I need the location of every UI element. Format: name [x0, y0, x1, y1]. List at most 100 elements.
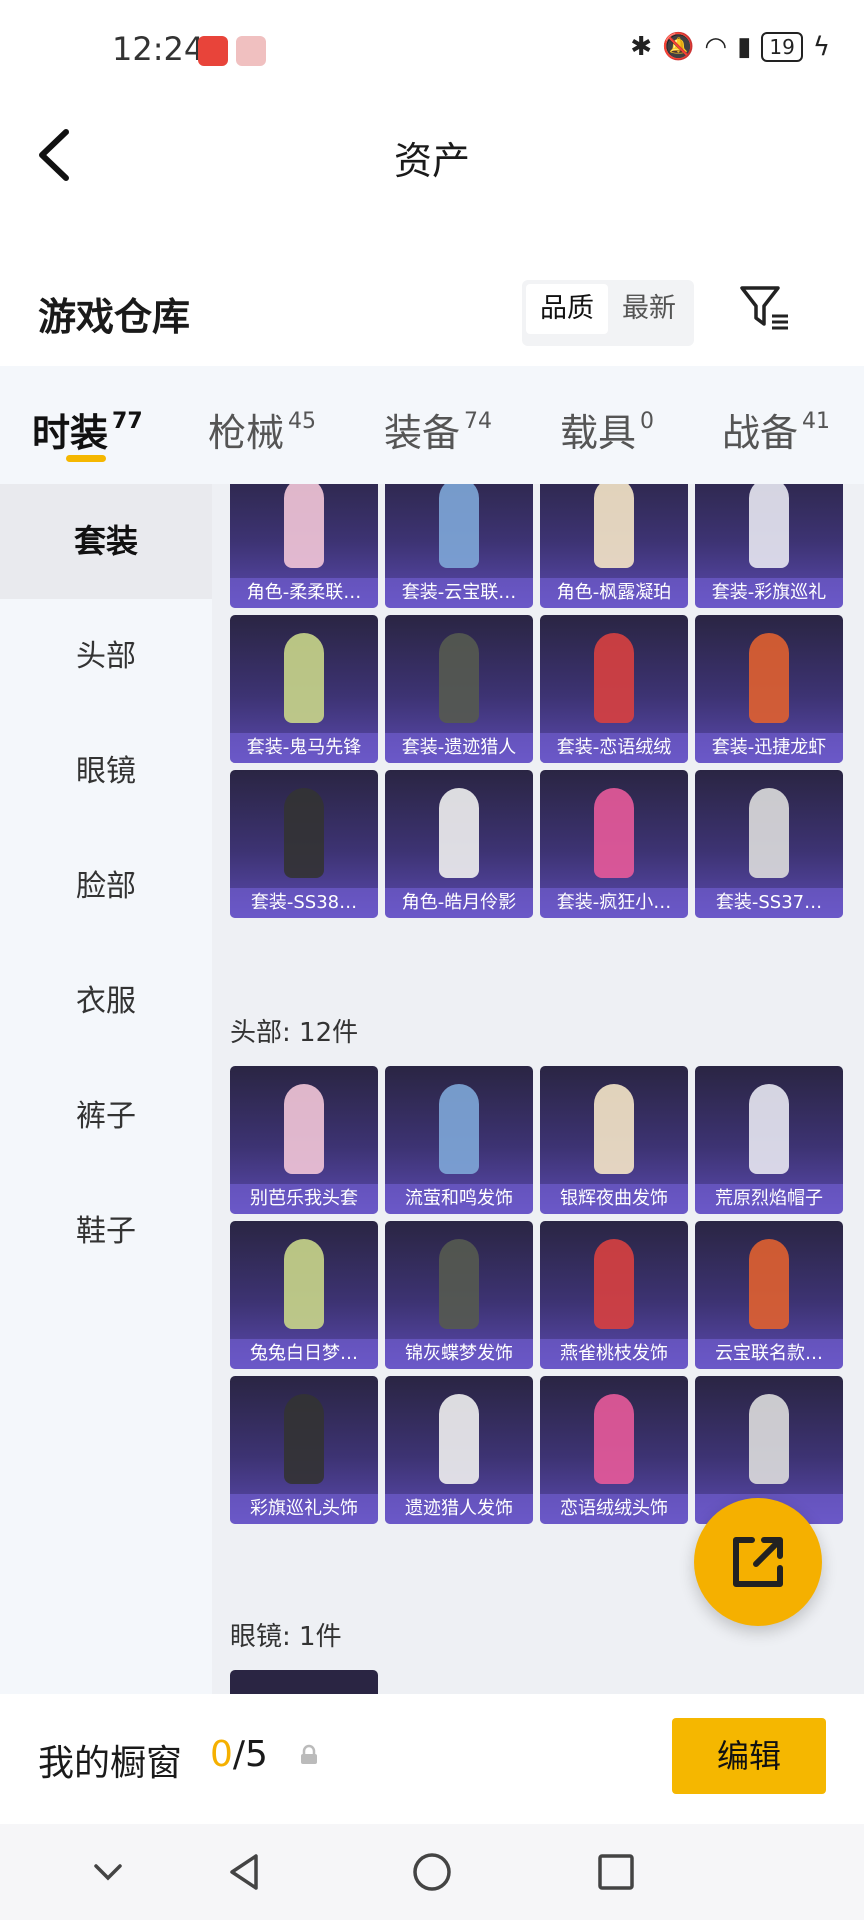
nav-down-icon[interactable]: [84, 1848, 132, 1896]
lock-icon: [301, 1744, 317, 1764]
showcase-label: 我的橱窗: [38, 1743, 183, 1784]
item-card-label: 套装-云宝联…: [385, 578, 533, 608]
item-thumbnail: [439, 484, 479, 568]
item-card-label: 套装-恋语绒绒: [540, 733, 688, 763]
sidebar-item-suit[interactable]: 套装: [0, 484, 212, 599]
item-card-label: 套装-鬼马先锋: [230, 733, 378, 763]
nav-home-icon[interactable]: [408, 1848, 456, 1896]
share-button[interactable]: [694, 1498, 822, 1626]
system-nav-bar: [0, 1824, 864, 1920]
item-thumbnail: [749, 633, 789, 723]
nav-back-icon[interactable]: [222, 1848, 270, 1896]
item-thumbnail: [284, 484, 324, 568]
sort-toggle: 品质 最新: [522, 280, 694, 346]
item-card[interactable]: 套装-恋语绒绒: [540, 615, 688, 763]
sidebar-item-glasses[interactable]: 眼镜: [0, 714, 212, 829]
app-notification-icon-2: [236, 36, 266, 66]
item-card[interactable]: 套装-疯狂小…: [540, 770, 688, 918]
item-card-label: 荒原烈焰帽子: [695, 1184, 843, 1214]
item-card-label: 套装-彩旗巡礼: [695, 578, 843, 608]
group-title-glasses: 眼镜: 1件: [230, 1622, 342, 1652]
tab-label: 时装: [32, 411, 109, 455]
item-thumbnail: [749, 1239, 789, 1329]
item-card-label: 角色-柔柔联…: [230, 578, 378, 608]
sidebar-item-clothes[interactable]: 衣服: [0, 944, 212, 1059]
item-thumbnail: [284, 1394, 324, 1484]
item-card[interactable]: 流萤和鸣发饰: [385, 1066, 533, 1214]
item-thumbnail: [594, 788, 634, 878]
battery-indicator: 19: [761, 32, 803, 62]
item-card-label: 燕雀桃枝发饰: [540, 1339, 688, 1369]
active-tab-indicator: [66, 455, 106, 462]
sidebar-item-head[interactable]: 头部: [0, 599, 212, 714]
tab-label: 载具: [560, 411, 637, 455]
item-card[interactable]: 银辉夜曲发饰: [540, 1066, 688, 1214]
nav-recents-icon[interactable]: [592, 1848, 640, 1896]
category-tabs: 时装 77 枪械 45 装备 74 载具 0 战备 41: [0, 366, 864, 484]
head-grid: 别芭乐我头套 流萤和鸣发饰 银辉夜曲发饰 荒原烈焰帽子兔兔白日梦… 锦灰蝶梦发饰 燕雀桃枝…: [230, 1066, 858, 1524]
tab-vehicles[interactable]: 载具 0: [560, 402, 654, 457]
item-card-label: 银辉夜曲发饰: [540, 1184, 688, 1214]
tab-equipment[interactable]: 装备 74: [384, 402, 492, 457]
tab-supplies[interactable]: 战备 41: [722, 402, 830, 457]
item-card[interactable]: 套装-彩旗巡礼: [695, 484, 843, 608]
tab-label: 枪械: [208, 411, 285, 455]
item-card[interactable]: 角色-枫露凝珀: [540, 484, 688, 608]
item-card-label: 遗迹猎人发饰: [385, 1494, 533, 1524]
item-card[interactable]: 别芭乐我头套: [230, 1066, 378, 1214]
sidebar-item-face[interactable]: 脸部: [0, 829, 212, 944]
showcase-count: 0/5: [210, 1734, 268, 1775]
showcase-total: /5: [232, 1734, 268, 1775]
app-notification-icon: [198, 36, 228, 66]
item-thumbnail: [284, 1084, 324, 1174]
item-card[interactable]: [230, 1670, 378, 1694]
item-card[interactable]: 套装-遗迹猎人: [385, 615, 533, 763]
tab-count: 0: [640, 409, 655, 434]
item-card[interactable]: 套装-SS38…: [230, 770, 378, 918]
sidebar: 套装 头部 眼镜 脸部 衣服 裤子 鞋子: [0, 484, 212, 1694]
sidebar-item-pants[interactable]: 裤子: [0, 1059, 212, 1174]
item-thumbnail: [439, 1239, 479, 1329]
item-card-label: 角色-皓月伶影: [385, 888, 533, 918]
item-thumbnail: [284, 633, 324, 723]
sort-latest-button[interactable]: 最新: [608, 284, 690, 334]
item-card[interactable]: 恋语绒绒头饰: [540, 1376, 688, 1524]
share-external-icon: [733, 1537, 783, 1587]
item-thumbnail: [439, 1084, 479, 1174]
tab-count: 41: [802, 409, 831, 434]
item-thumbnail: [749, 484, 789, 568]
item-thumbnail: [594, 1394, 634, 1484]
item-card-label: 锦灰蝶梦发饰: [385, 1339, 533, 1369]
item-card[interactable]: 荒原烈焰帽子: [695, 1066, 843, 1214]
item-card[interactable]: 套装-SS37…: [695, 770, 843, 918]
item-card[interactable]: 角色-皓月伶影: [385, 770, 533, 918]
item-card[interactable]: 锦灰蝶梦发饰: [385, 1221, 533, 1369]
edit-button[interactable]: 编辑: [672, 1718, 826, 1794]
item-card[interactable]: 遗迹猎人发饰: [385, 1376, 533, 1524]
item-card[interactable]: 彩旗巡礼头饰: [230, 1376, 378, 1524]
item-card[interactable]: 套装-迅捷龙虾: [695, 615, 843, 763]
item-card[interactable]: 套装-云宝联…: [385, 484, 533, 608]
showcase-current: 0: [210, 1734, 233, 1775]
status-icons: ✱ 🔕 ◠ ▮ 19 ϟ: [630, 32, 830, 62]
group-title-head: 头部: 12件: [230, 1018, 359, 1048]
item-thumbnail: [594, 1239, 634, 1329]
charging-icon: ϟ: [812, 32, 830, 62]
sort-quality-button[interactable]: 品质: [526, 284, 608, 334]
tab-fashion[interactable]: 时装 77: [32, 402, 143, 457]
alert-icon: ▮: [737, 32, 752, 62]
item-card-label: 兔兔白日梦…: [230, 1339, 378, 1369]
item-card-label: 别芭乐我头套: [230, 1184, 378, 1214]
item-card[interactable]: 云宝联名款…: [695, 1221, 843, 1369]
item-card[interactable]: 角色-柔柔联…: [230, 484, 378, 608]
item-card-label: 流萤和鸣发饰: [385, 1184, 533, 1214]
item-card-label: 套装-遗迹猎人: [385, 733, 533, 763]
item-card[interactable]: 套装-鬼马先锋: [230, 615, 378, 763]
item-card[interactable]: 兔兔白日梦…: [230, 1221, 378, 1369]
sidebar-item-shoes[interactable]: 鞋子: [0, 1174, 212, 1289]
tab-guns[interactable]: 枪械 45: [208, 402, 316, 457]
item-card[interactable]: 燕雀桃枝发饰: [540, 1221, 688, 1369]
filter-icon[interactable]: [738, 282, 790, 332]
bluetooth-icon: ✱: [630, 32, 653, 62]
item-card-label: 套装-迅捷龙虾: [695, 733, 843, 763]
